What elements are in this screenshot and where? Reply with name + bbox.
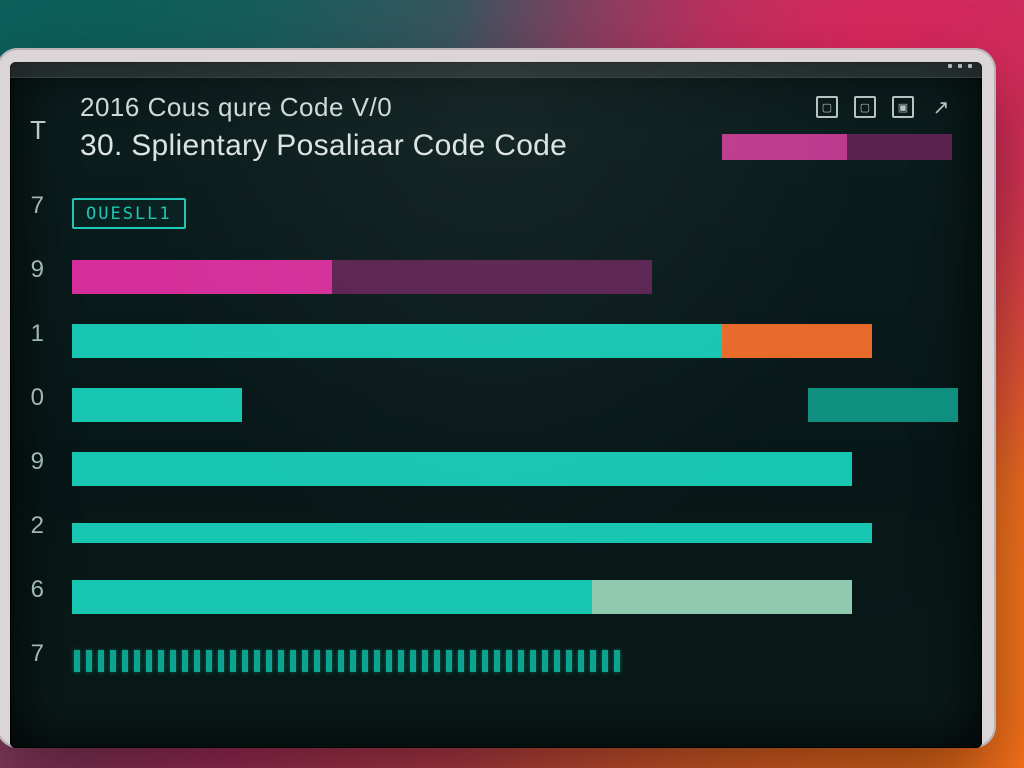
code-row: OUESLL1 [72,182,958,244]
status-badge: OUESLL1 [72,198,186,229]
tick-row [72,648,620,674]
code-row [72,246,958,308]
line-number: 6 [10,558,44,622]
bar-segment [72,580,592,614]
bar-segment [72,523,872,543]
code-row [72,374,958,436]
bar-segment [72,388,242,422]
bar-segment [592,580,852,614]
subtitle-accent-bar [722,134,952,160]
code-row [72,438,958,500]
bar-segment [72,324,722,358]
window-menubar [10,62,982,78]
gutter-prefix: T [30,98,46,162]
code-row [72,630,958,692]
bar-segment [72,452,852,486]
share-icon[interactable]: ↗ [930,96,952,118]
titlebar-icon-group: ▢ ▢ ▣ ↗ [816,96,952,118]
code-rows: OUESLL1 [72,182,958,732]
titlebar-icon-1[interactable]: ▢ [816,96,838,118]
screen: 2016 Cous qure Code V/0 30. Splientary P… [10,62,982,748]
line-number: 0 [10,366,44,430]
line-number: 2 [10,494,44,558]
titlebar-icon-3[interactable]: ▣ [892,96,914,118]
line-number: 7 [10,174,44,238]
window-controls[interactable] [948,64,972,68]
line-number: 9 [10,238,44,302]
titlebar-icon-2[interactable]: ▢ [854,96,876,118]
line-number: 1 [10,302,44,366]
laptop-frame: 2016 Cous qure Code V/0 30. Splientary P… [0,48,996,748]
bar-segment [332,260,652,294]
line-number-gutter: T 7 9 1 0 9 2 6 7 [10,174,54,748]
bar-segment [808,388,958,422]
code-row [72,502,958,564]
line-number: 7 [10,622,44,686]
bar-segment [72,260,332,294]
bar-segment [722,324,872,358]
code-row [72,566,958,628]
code-row [72,310,958,372]
line-number: 9 [10,430,44,494]
